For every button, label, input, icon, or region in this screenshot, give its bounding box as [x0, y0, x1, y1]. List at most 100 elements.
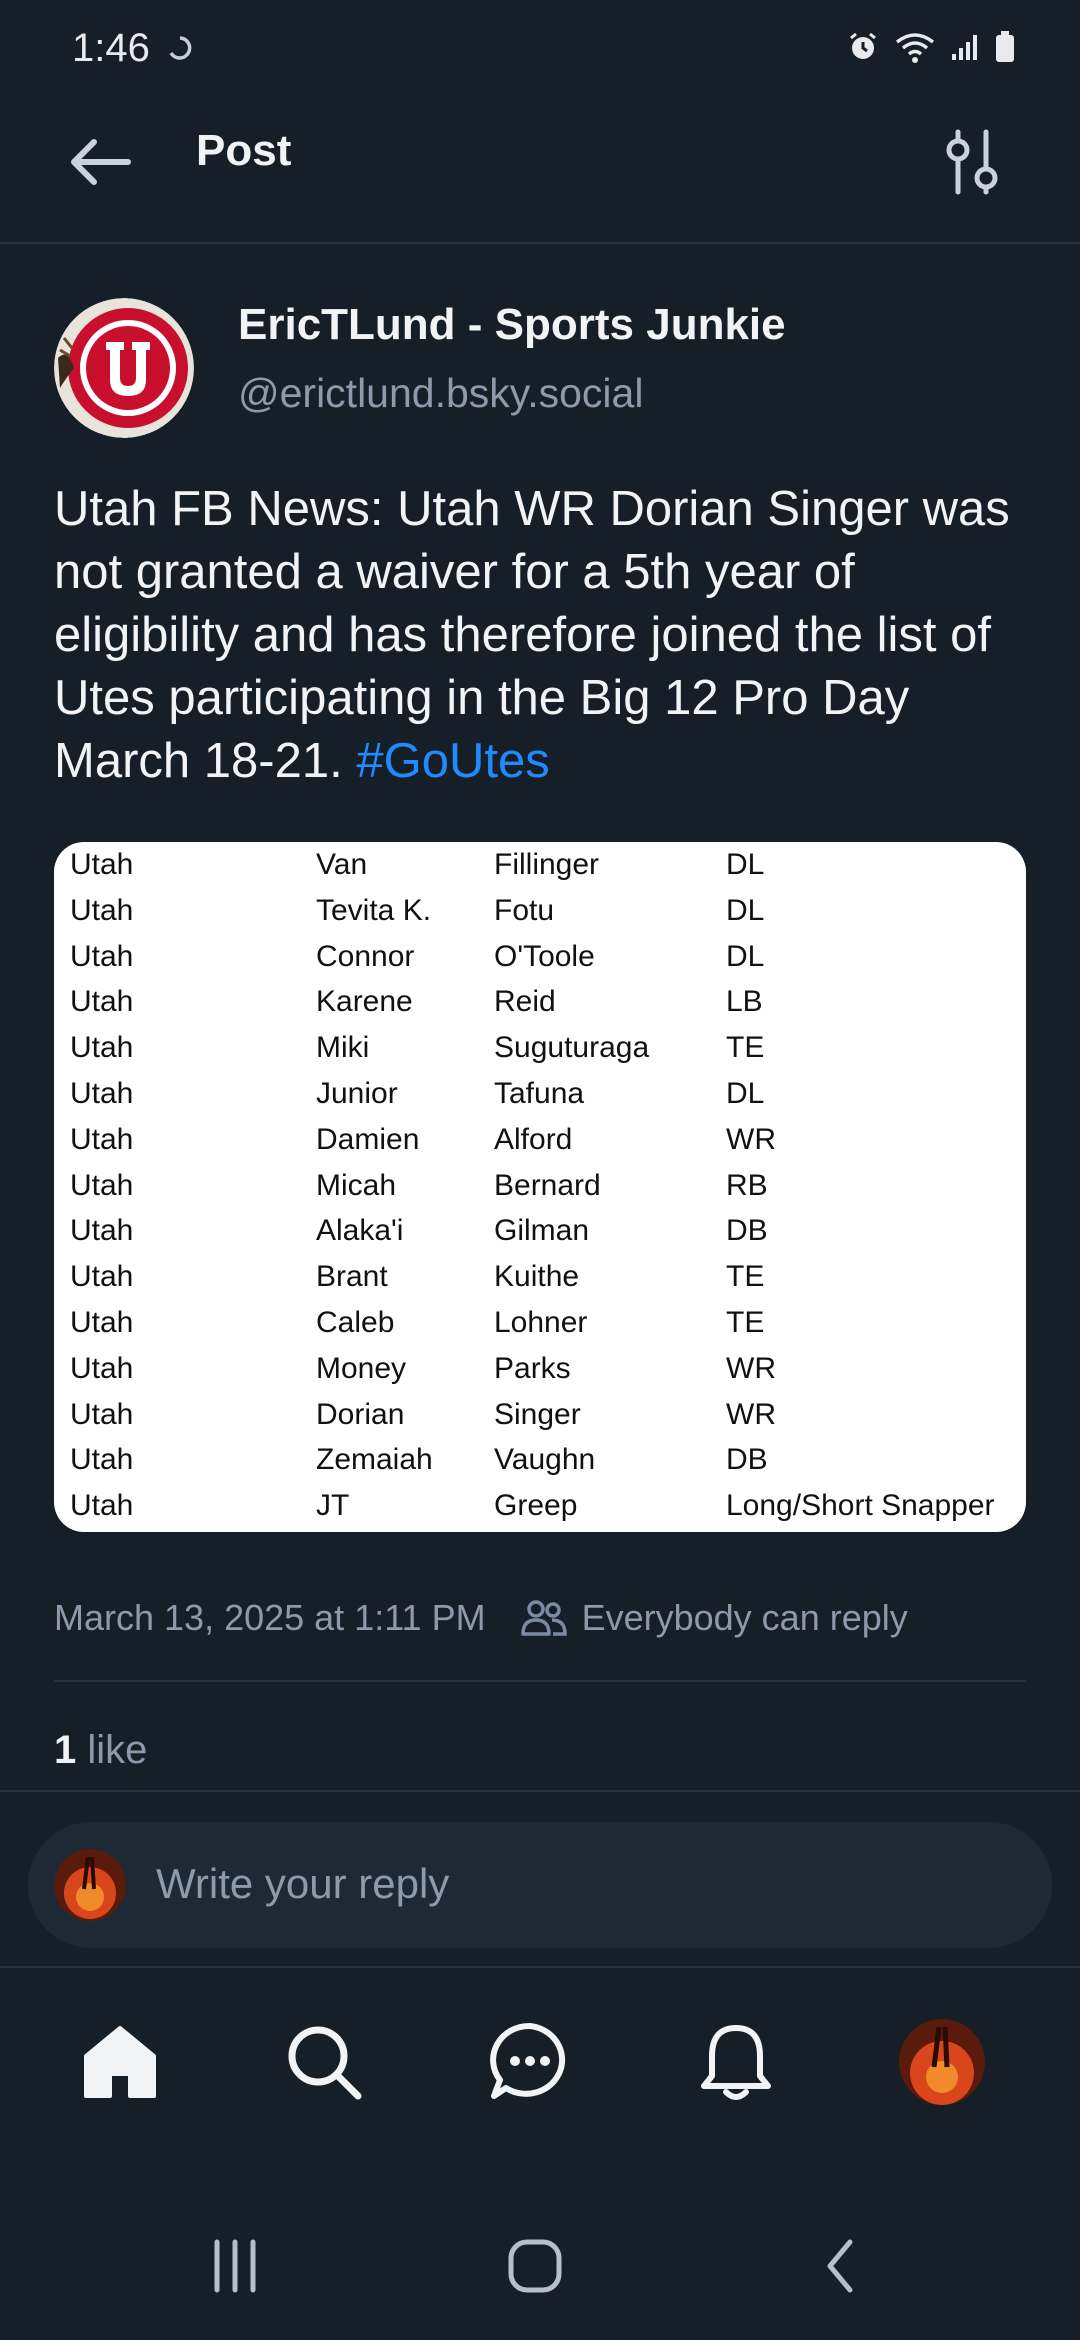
back-button[interactable]: [64, 126, 136, 198]
bell-icon: [701, 2025, 771, 2100]
hashtag-link[interactable]: #GoUtes: [356, 734, 549, 788]
table-row: Utah Miki Suguturaga TE: [54, 1031, 1026, 1077]
last-name-cell: O'Toole: [494, 939, 595, 973]
post-date: March 13, 2025 at 1:11 PM: [54, 1597, 486, 1638]
alarm-icon: [846, 30, 880, 69]
nav-search[interactable]: [274, 2012, 374, 2112]
first-name-cell: Damien: [316, 1122, 420, 1156]
team-cell: Utah: [70, 1077, 134, 1110]
recents-icon: [214, 2239, 256, 2293]
position-cell: WR: [726, 1122, 776, 1156]
table-row: Utah Caleb Lohner TE: [54, 1306, 1026, 1352]
last-name-cell: Fotu: [494, 893, 555, 927]
nav-home[interactable]: [70, 2012, 170, 2112]
author-avatar[interactable]: [54, 298, 194, 438]
last-name-cell: Gilman: [494, 1214, 590, 1248]
team-cell: Utah: [70, 939, 134, 973]
position-cell: DL: [726, 1077, 765, 1110]
table-row: Utah Alaka'i Gilman DB: [54, 1214, 1026, 1260]
post-header: Post: [0, 100, 1080, 244]
author-name[interactable]: EricTLund - Sports Junkie: [238, 300, 786, 350]
position-cell: Long/Short Snapper: [726, 1489, 995, 1523]
avatar: [54, 1849, 126, 1921]
reply-input-placeholder[interactable]: Write your reply: [156, 1860, 449, 1908]
chat-icon: [490, 2022, 566, 2099]
divider: [0, 1790, 1080, 1792]
position-cell: TE: [726, 1306, 765, 1339]
team-cell: Utah: [70, 1031, 134, 1065]
post-image[interactable]: Utah Van Fillinger DL Utah Tevita K. Fotu DL Uta…: [54, 842, 1026, 1532]
position-cell: TE: [726, 1260, 765, 1294]
last-name-cell: Greep: [494, 1489, 578, 1523]
position-cell: WR: [726, 1397, 776, 1431]
table-row: Utah Brant Kuithe TE: [54, 1260, 1026, 1306]
table-row: Utah Damien Alford WR: [54, 1123, 1026, 1169]
battery-icon: [994, 30, 1016, 69]
team-cell: Utah: [70, 1489, 134, 1523]
first-name-cell: Miki: [316, 1031, 370, 1065]
last-name-cell: Lohner: [494, 1306, 588, 1339]
like-label: like: [87, 1728, 148, 1772]
home-system-button[interactable]: [490, 2226, 580, 2306]
team-cell: Utah: [70, 848, 134, 881]
system-nav: [0, 2176, 1080, 2340]
position-cell: RB: [726, 1168, 768, 1202]
position-cell: DL: [726, 848, 765, 881]
first-name-cell: Junior: [316, 1077, 398, 1110]
first-name-cell: Karene: [316, 985, 413, 1019]
table-row: Utah Tevita K. Fotu DL: [54, 894, 1026, 940]
reply-setting-label: Everybody can reply: [581, 1597, 908, 1638]
nav-chat[interactable]: [480, 2012, 580, 2112]
last-name-cell: Tafuna: [494, 1077, 585, 1110]
first-name-cell: Alaka'i: [316, 1214, 404, 1248]
last-name-cell: Fillinger: [494, 848, 600, 881]
reply-composer[interactable]: Write your reply: [28, 1822, 1052, 1948]
first-name-cell: Caleb: [316, 1306, 395, 1339]
bottom-nav: [0, 1966, 1080, 2178]
post-author[interactable]: EricTLund - Sports Junkie @erictlund.bsk…: [54, 298, 1034, 448]
wifi-icon: [894, 30, 936, 69]
team-cell: Utah: [70, 1397, 134, 1431]
last-name-cell: Alford: [494, 1122, 573, 1156]
divider: [54, 1680, 1026, 1682]
thread-settings-button[interactable]: [936, 122, 1008, 202]
search-icon: [288, 2026, 362, 2100]
first-name-cell: Dorian: [316, 1397, 405, 1431]
team-cell: Utah: [70, 1443, 134, 1477]
team-cell: Utah: [70, 1351, 134, 1385]
position-cell: WR: [726, 1351, 776, 1385]
home-icon: [84, 2026, 156, 2098]
back-system-button[interactable]: [796, 2226, 886, 2306]
table-row: Utah Connor O'Toole DL: [54, 940, 1026, 986]
author-handle[interactable]: @erictlund.bsky.social: [238, 370, 643, 417]
first-name-cell: Micah: [316, 1168, 397, 1202]
team-cell: Utah: [70, 893, 134, 927]
first-name-cell: Brant: [316, 1260, 388, 1294]
signal-icon: [950, 32, 980, 67]
first-name-cell: JT: [316, 1489, 350, 1523]
nav-profile[interactable]: [892, 2012, 992, 2112]
recents-button[interactable]: [190, 2226, 280, 2306]
first-name-cell: Money: [316, 1351, 407, 1385]
first-name-cell: Van: [316, 848, 368, 881]
last-name-cell: Reid: [494, 985, 556, 1019]
reply-setting[interactable]: Everybody can reply: [520, 1597, 908, 1639]
last-name-cell: Kuithe: [494, 1260, 580, 1294]
position-cell: DB: [726, 1443, 768, 1477]
like-number: 1: [54, 1728, 77, 1772]
last-name-cell: Parks: [494, 1351, 571, 1385]
nav-notifications[interactable]: [686, 2012, 786, 2112]
team-cell: Utah: [70, 985, 134, 1019]
position-cell: TE: [726, 1031, 765, 1065]
avatar: [899, 2019, 985, 2105]
position-cell: DB: [726, 1214, 768, 1248]
team-cell: Utah: [70, 1306, 134, 1339]
like-count[interactable]: 1 like: [54, 1728, 147, 1773]
position-cell: DL: [726, 939, 765, 973]
team-cell: Utah: [70, 1168, 134, 1202]
table-row: Utah Money Parks WR: [54, 1352, 1026, 1398]
table-row: Utah Dorian Singer WR: [54, 1398, 1026, 1444]
status-time: 1:46: [72, 26, 150, 70]
first-name-cell: Tevita K.: [316, 893, 432, 927]
arrow-left-icon: [71, 139, 131, 185]
